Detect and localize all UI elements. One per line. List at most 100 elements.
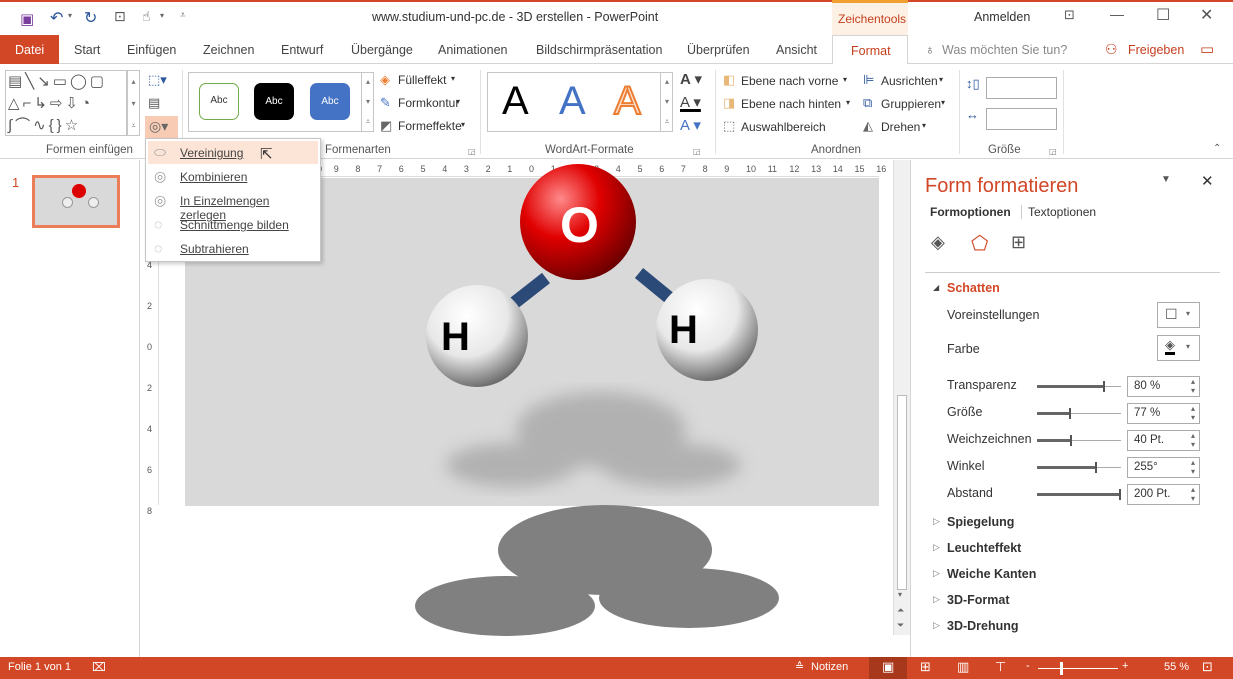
undo-icon[interactable]: ↶ — [50, 8, 63, 28]
group-button[interactable]: Gruppieren — [881, 97, 941, 111]
shadow-2-slider[interactable] — [1037, 435, 1121, 446]
fit-to-window-button[interactable]: ⊡ — [1202, 659, 1213, 675]
customize-qat-icon[interactable]: ⩡ — [180, 10, 186, 21]
menu-item-combine[interactable]: ◎ Kombinieren — [148, 165, 318, 188]
size-properties-icon[interactable]: ⊞ — [1011, 232, 1026, 253]
tab-form-options[interactable]: Formoptionen — [930, 205, 1011, 219]
tab-format[interactable]: Format — [832, 35, 908, 65]
shadow-presets-dropdown[interactable]: ☐ ▾ — [1157, 302, 1200, 328]
shadow-0-slider[interactable] — [1037, 381, 1121, 392]
wordart-orange[interactable]: A — [613, 78, 642, 124]
align-button[interactable]: Ausrichten — [881, 74, 938, 88]
section-header[interactable]: 3D-Drehung — [933, 619, 1018, 633]
shadow-2-spinner[interactable]: 40 Pt. — [1127, 430, 1200, 451]
signin-link[interactable]: Anmelden — [974, 10, 1030, 24]
comments-icon[interactable]: ▭ — [1200, 40, 1214, 58]
scroll-down-icon[interactable]: ▾ — [898, 590, 902, 599]
reading-view-button[interactable]: ▥ — [957, 659, 969, 675]
shadow-4-slider[interactable] — [1037, 489, 1121, 500]
menu-item-subtract[interactable]: ◌ Subtrahieren — [148, 237, 318, 260]
wordart-gallery-scroll[interactable]: ▴ ▾ ⩡ — [660, 72, 673, 132]
tab-animationen[interactable]: Animationen — [438, 43, 508, 57]
normal-view-button[interactable]: ▣ — [869, 657, 907, 679]
zoom-in-button[interactable]: + — [1122, 660, 1128, 672]
tab-ansicht[interactable]: Ansicht — [776, 43, 817, 57]
shadow-3-spinner[interactable]: 255° — [1127, 457, 1200, 478]
height-input[interactable] — [986, 77, 1057, 99]
zoom-out-button[interactable]: - — [1026, 660, 1030, 672]
shapes-gallery-scroll[interactable]: ▴ ▾ ⩡ — [127, 70, 140, 136]
redo-icon[interactable]: ↻ — [84, 8, 97, 28]
style-preset-black[interactable]: Abc — [254, 83, 294, 120]
selection-pane-button[interactable]: Auswahlbereich — [741, 120, 826, 134]
tab-einfuegen[interactable]: Einfügen — [127, 43, 176, 57]
previous-slide-icon[interactable]: ⏶ — [897, 605, 904, 616]
zoom-level[interactable]: 55 % — [1164, 661, 1189, 673]
section-header[interactable]: Weiche Kanten — [933, 567, 1036, 581]
slideshow-from-start-icon[interactable]: ⊡ — [114, 8, 126, 25]
notes-button[interactable]: Notizen — [811, 661, 848, 673]
style-preset-blue[interactable]: Abc — [310, 83, 350, 120]
tab-start[interactable]: Start — [74, 43, 100, 57]
fill-line-icon[interactable]: ◈ — [931, 232, 945, 253]
size-dialog-launcher[interactable]: ◲ — [1049, 147, 1057, 156]
maximize-button[interactable]: ☐ — [1156, 5, 1170, 25]
shadow-1-spinner[interactable]: 77 % — [1127, 403, 1200, 424]
pane-options-dropdown[interactable]: ▼ — [1161, 174, 1171, 185]
shape-styles-gallery[interactable]: Abc Abc Abc ▴ ▾ ⩡ — [188, 72, 374, 132]
slide-thumbnail-1[interactable] — [32, 175, 120, 228]
slideshow-button[interactable]: ⊤ — [995, 659, 1006, 675]
zoom-slider-thumb[interactable] — [1060, 662, 1063, 675]
undo-dropdown-icon[interactable]: ▾ — [68, 11, 72, 20]
menu-item-union[interactable]: ⬭ Vereinigung ⇱ — [148, 141, 318, 164]
text-outline-icon[interactable]: A ▾ — [680, 93, 701, 111]
close-button[interactable]: ✕ — [1200, 5, 1213, 25]
styles-dialog-launcher[interactable]: ◲ — [468, 147, 476, 156]
share-button[interactable]: Freigeben — [1128, 43, 1184, 57]
effects-button[interactable]: Formeffekte — [398, 119, 462, 133]
save-icon[interactable]: ▣ — [20, 10, 34, 28]
menu-item-intersect[interactable]: ◌ Schnittmenge bilden — [148, 213, 318, 236]
scrollbar-thumb[interactable] — [897, 395, 907, 590]
section-header[interactable]: 3D-Format — [933, 593, 1009, 607]
effects-pentagon-icon[interactable]: ⬠ — [971, 231, 988, 256]
section-header[interactable]: Spiegelung — [933, 515, 1014, 529]
menu-item-fragment[interactable]: ◎ In Einzelmengen zerlegen — [148, 189, 318, 222]
tab-text-options[interactable]: Textoptionen — [1021, 205, 1096, 219]
wordart-dialog-launcher[interactable]: ◲ — [693, 147, 701, 156]
styles-gallery-scroll[interactable]: ▴ ▾ ⩡ — [361, 72, 374, 132]
ribbon-display-options-icon[interactable]: ⊡ — [1064, 7, 1075, 23]
next-slide-icon[interactable]: ⏷ — [897, 620, 904, 631]
send-backward-button[interactable]: Ebene nach hinten — [741, 97, 841, 111]
shapes-gallery[interactable]: ▤╲↘▭◯▢ △⌐↳⇨⇩◔ ∫⌒∿{}☆ — [5, 70, 127, 136]
section-header[interactable]: Leuchteffekt — [933, 541, 1021, 555]
rotate-button[interactable]: Drehen — [881, 120, 920, 134]
shadow-4-spinner[interactable]: 200 Pt. — [1127, 484, 1200, 505]
shadow-section-header[interactable]: Schatten — [947, 281, 1000, 295]
touch-mode-icon[interactable]: ☝ — [142, 8, 151, 25]
tab-uebergaenge[interactable]: Übergänge — [351, 43, 413, 57]
touch-dropdown-icon[interactable]: ▾ — [160, 11, 164, 20]
fill-button[interactable]: Fülleffekt — [398, 73, 446, 87]
slide-sorter-button[interactable]: ⊞ — [920, 659, 931, 675]
tell-me-input[interactable]: Was möchten Sie tun? — [942, 43, 1067, 57]
shadow-3-slider[interactable] — [1037, 462, 1121, 473]
collapse-shadow-icon[interactable]: ◢ — [933, 283, 939, 292]
wordart-gallery[interactable]: A A A ▴ ▾ ⩡ — [487, 72, 673, 132]
text-effects-icon[interactable]: A ▾ — [680, 116, 701, 134]
text-fill-icon[interactable]: A ▾ — [680, 70, 702, 88]
merge-shapes-button[interactable]: ◎▾ — [145, 116, 178, 138]
tab-bildschirmpraesentation[interactable]: Bildschirmpräsentation — [536, 43, 662, 57]
zoom-slider[interactable] — [1038, 662, 1118, 675]
tab-datei[interactable]: Datei — [0, 35, 59, 64]
spellcheck-icon[interactable]: ⌧ — [92, 660, 106, 674]
tab-entwurf[interactable]: Entwurf — [281, 43, 323, 57]
collapse-ribbon-icon[interactable]: ⌃ — [1213, 143, 1221, 154]
notes-icon[interactable]: ≙ — [795, 660, 804, 673]
bring-forward-button[interactable]: Ebene nach vorne — [741, 74, 838, 88]
shadow-0-spinner[interactable]: 80 % — [1127, 376, 1200, 397]
wordart-black[interactable]: A — [502, 79, 529, 124]
outline-button[interactable]: Formkontur — [398, 96, 459, 110]
tab-zeichnen[interactable]: Zeichnen — [203, 43, 254, 57]
text-box-icon[interactable]: ▤ — [148, 95, 160, 111]
